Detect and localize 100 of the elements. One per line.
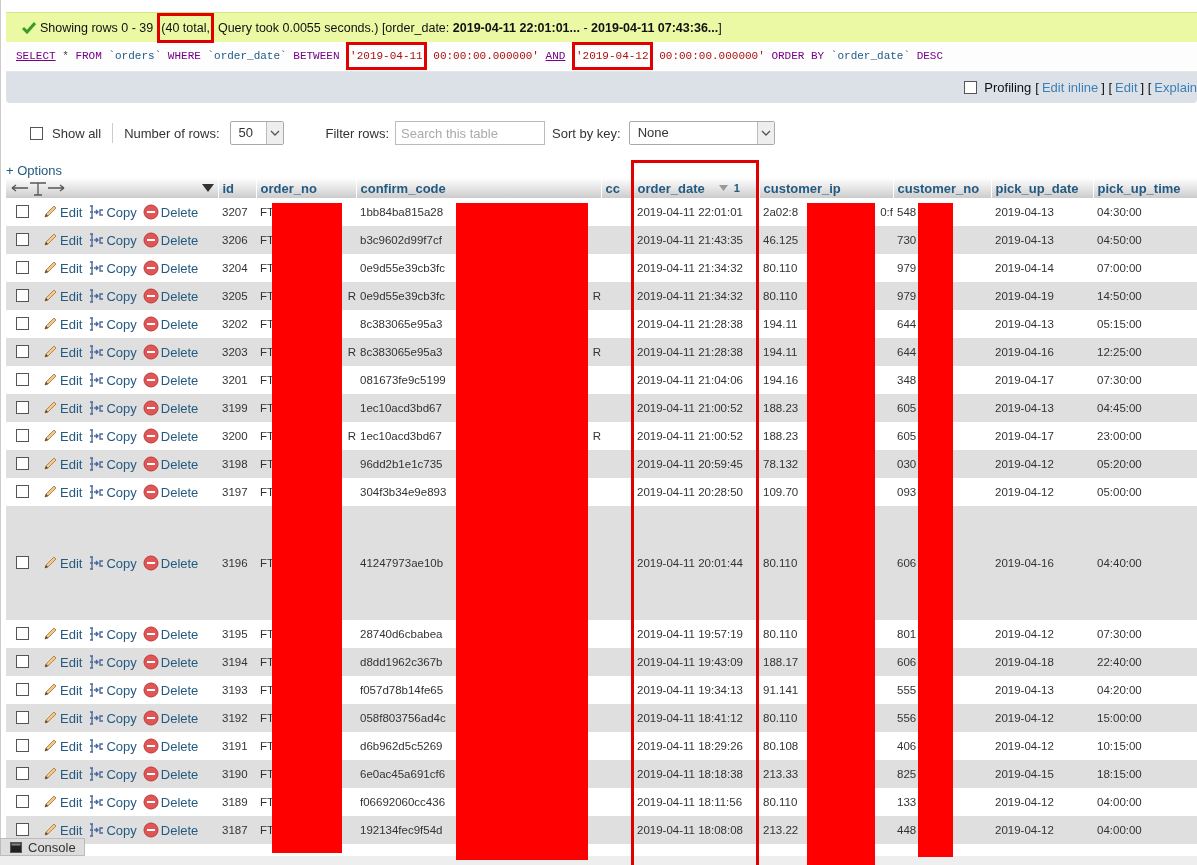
copy-link[interactable]: Copy — [88, 738, 137, 754]
row-checkbox[interactable] — [16, 484, 29, 498]
row-checkbox[interactable] — [16, 204, 29, 218]
show-all-checkbox[interactable] — [30, 126, 43, 140]
delete-link[interactable]: Delete — [142, 400, 199, 416]
row-checkbox[interactable] — [16, 626, 29, 640]
delete-link[interactable]: Delete — [142, 372, 199, 388]
copy-link[interactable]: Copy — [88, 710, 137, 726]
edit-link[interactable]: Edit — [42, 232, 83, 248]
delete-link[interactable]: Delete — [142, 288, 199, 304]
edit-link[interactable]: Edit — [42, 260, 83, 276]
edit-link[interactable]: Edit — [42, 822, 83, 838]
copy-link[interactable]: Copy — [88, 316, 137, 332]
row-checkbox[interactable] — [16, 794, 29, 808]
delete-link[interactable]: Delete — [142, 710, 199, 726]
delete-link[interactable]: Delete — [142, 316, 199, 332]
edit-link[interactable]: Edit — [42, 400, 83, 416]
edit-link[interactable]: Edit — [42, 710, 83, 726]
edit-link[interactable]: Edit — [42, 372, 83, 388]
row-checkbox[interactable] — [16, 654, 29, 668]
edit-link[interactable]: Edit — [42, 654, 83, 670]
row-checkbox[interactable] — [16, 456, 29, 470]
row-checkbox[interactable] — [16, 372, 29, 386]
row-checkbox[interactable] — [16, 288, 29, 302]
row-checkbox[interactable] — [16, 400, 29, 414]
copy-link[interactable]: Copy — [88, 682, 137, 698]
row-checkbox[interactable] — [16, 232, 29, 246]
sort-dropdown[interactable]: None — [628, 121, 775, 145]
copy-link[interactable]: Copy — [88, 204, 137, 220]
copy-link[interactable]: Copy — [88, 822, 137, 838]
query-link[interactable]: Edit inline — [1041, 80, 1099, 95]
query-link[interactable]: Explain — [1154, 80, 1197, 95]
column-header-link[interactable]: customer_ip — [763, 180, 841, 196]
delete-link[interactable]: Delete — [142, 344, 199, 360]
edit-link[interactable]: Edit — [42, 456, 83, 472]
column-header-link[interactable]: id — [222, 180, 235, 196]
copy-link[interactable]: Copy — [88, 260, 137, 276]
edit-link[interactable]: Edit — [42, 738, 83, 754]
delete-link[interactable]: Delete — [142, 428, 199, 444]
column-header-link[interactable]: pick_up_date — [995, 180, 1079, 196]
edit-link[interactable]: Edit — [42, 316, 83, 332]
edit-link[interactable]: Edit — [42, 344, 83, 360]
delete-link[interactable]: Delete — [142, 738, 199, 754]
sql-keyword-link[interactable]: AND — [545, 50, 566, 62]
delete-link[interactable]: Delete — [142, 484, 199, 500]
console-button[interactable]: Console — [0, 838, 85, 856]
edit-link[interactable]: Edit — [42, 288, 83, 304]
options-link[interactable]: + Options — [6, 163, 62, 178]
edit-link[interactable]: Edit — [42, 204, 83, 220]
row-checkbox[interactable] — [16, 710, 29, 724]
query-link[interactable]: Edit — [1115, 80, 1138, 95]
delete-link[interactable]: Delete — [142, 626, 199, 642]
copy-link[interactable]: Copy — [88, 794, 137, 810]
column-header-link[interactable]: confirm_code — [360, 180, 446, 196]
row-checkbox[interactable] — [16, 822, 29, 836]
copy-link[interactable]: Copy — [88, 288, 137, 304]
column-header-link[interactable]: pick_up_time — [1097, 180, 1181, 196]
delete-link[interactable]: Delete — [142, 555, 199, 571]
delete-link[interactable]: Delete — [142, 654, 199, 670]
edit-link[interactable]: Edit — [42, 428, 83, 444]
row-checkbox[interactable] — [16, 738, 29, 752]
delete-link[interactable]: Delete — [142, 682, 199, 698]
column-header-link[interactable]: customer_no — [897, 180, 980, 196]
delete-link[interactable]: Delete — [142, 260, 199, 276]
row-checkbox[interactable] — [16, 428, 29, 442]
copy-link[interactable]: Copy — [88, 372, 137, 388]
copy-link[interactable]: Copy — [88, 484, 137, 500]
edit-link[interactable]: Edit — [42, 626, 83, 642]
edit-link[interactable]: Edit — [42, 555, 83, 571]
edit-link[interactable]: Edit — [42, 484, 83, 500]
row-checkbox[interactable] — [16, 260, 29, 274]
copy-link[interactable]: Copy — [88, 232, 137, 248]
copy-link[interactable]: Copy — [88, 555, 137, 571]
edit-link[interactable]: Edit — [42, 682, 83, 698]
delete-link[interactable]: Delete — [142, 766, 199, 782]
copy-link[interactable]: Copy — [88, 344, 137, 360]
copy-link[interactable]: Copy — [88, 456, 137, 472]
copy-link[interactable]: Copy — [88, 428, 137, 444]
rows-dropdown[interactable]: 50 — [229, 121, 284, 145]
copy-link[interactable]: Copy — [88, 766, 137, 782]
column-header-link[interactable]: order_date — [637, 180, 705, 196]
copy-link[interactable]: Copy — [88, 626, 137, 642]
profiling-checkbox[interactable] — [964, 81, 978, 94]
delete-link[interactable]: Delete — [142, 794, 199, 810]
row-checkbox[interactable] — [16, 682, 29, 696]
delete-link[interactable]: Delete — [142, 204, 199, 220]
copy-link[interactable]: Copy — [88, 654, 137, 670]
delete-link[interactable]: Delete — [142, 232, 199, 248]
edit-link[interactable]: Edit — [42, 766, 83, 782]
row-checkbox[interactable] — [16, 344, 29, 358]
row-checkbox[interactable] — [16, 555, 29, 569]
row-checkbox[interactable] — [16, 766, 29, 780]
sql-keyword-link[interactable]: SELECT — [16, 50, 56, 62]
filter-field[interactable]: Search this table — [395, 121, 546, 145]
column-header-link[interactable]: order_no — [260, 180, 317, 196]
edit-link[interactable]: Edit — [42, 794, 83, 810]
delete-link[interactable]: Delete — [142, 822, 199, 838]
column-header-link[interactable]: cc — [605, 180, 620, 196]
row-checkbox[interactable] — [16, 316, 29, 330]
delete-link[interactable]: Delete — [142, 456, 199, 472]
